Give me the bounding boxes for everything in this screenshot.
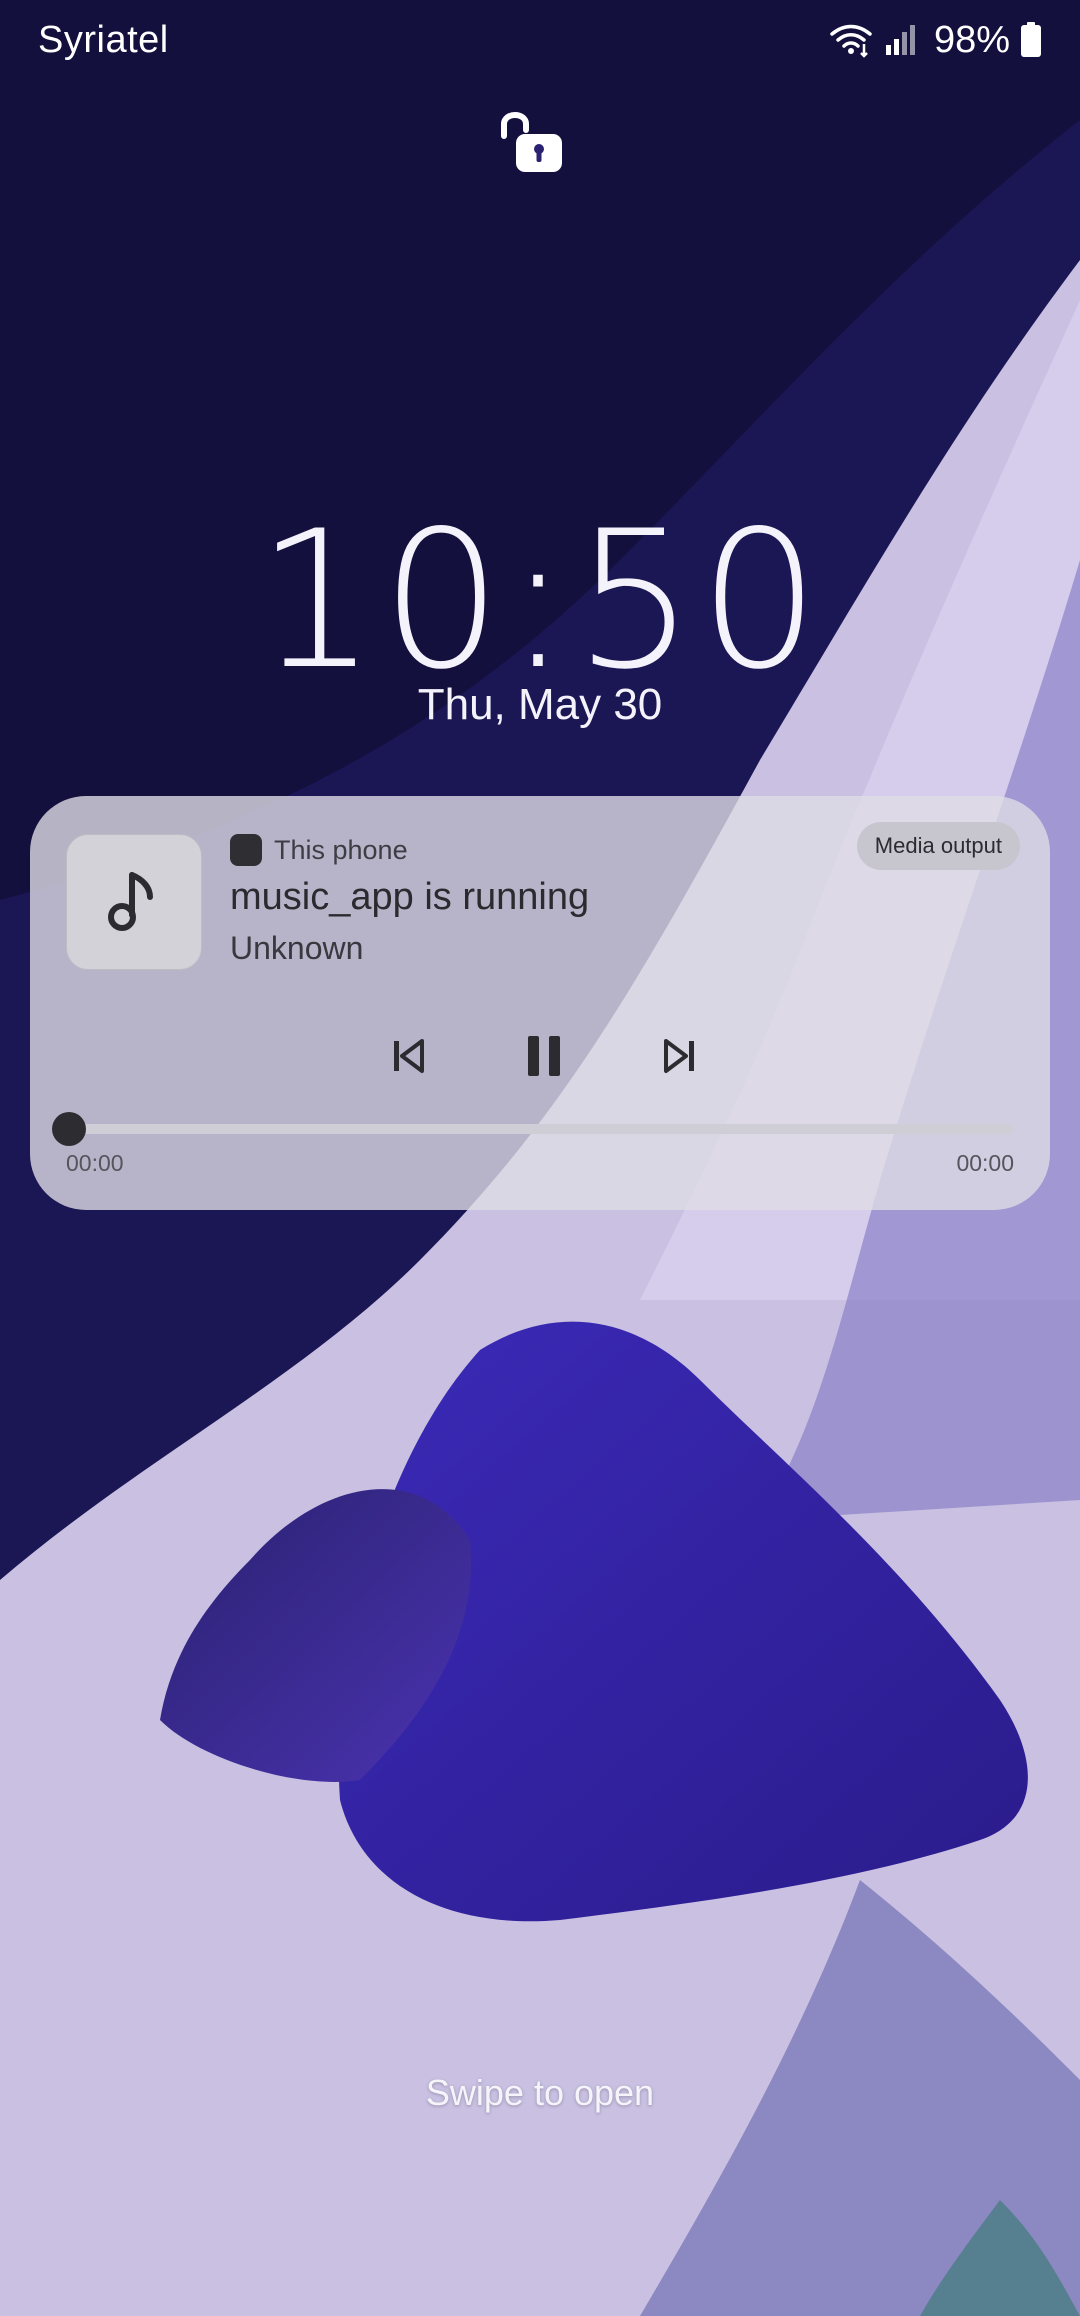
status-bar: Syriatel 98% <box>0 0 1080 80</box>
wifi-icon <box>830 24 872 58</box>
track-artist: Unknown <box>230 930 364 966</box>
battery-icon <box>1021 22 1041 57</box>
music-note-icon <box>108 872 153 931</box>
progress-bar[interactable] <box>66 1124 1014 1134</box>
next-button[interactable] <box>640 1016 720 1096</box>
media-source: This phone <box>230 834 408 866</box>
battery-percent: 98% <box>933 18 1010 61</box>
carrier-name: Syriatel <box>38 18 169 61</box>
playback-controls <box>30 1016 1050 1096</box>
swipe-to-open-hint: Swipe to open <box>425 2072 655 2113</box>
media-source-label: This phone <box>274 834 408 865</box>
phone-source-icon <box>230 834 262 866</box>
lockscreen-clock: 10:50 <box>256 490 824 711</box>
previous-button[interactable] <box>368 1016 448 1096</box>
previous-icon <box>394 1039 424 1073</box>
album-art <box>66 834 202 970</box>
elapsed-time: 00:00 <box>66 1150 124 1176</box>
media-player-card[interactable]: This phone Media output music_app is run… <box>30 796 1050 1210</box>
pause-button[interactable] <box>504 1016 584 1096</box>
progress-thumb[interactable] <box>52 1112 86 1146</box>
next-icon <box>664 1039 694 1073</box>
track-title: music_app is running <box>230 876 590 918</box>
unlock-icon[interactable] <box>496 104 566 176</box>
total-time: 00:00 <box>956 1150 1014 1176</box>
signal-icon <box>885 25 915 55</box>
lockscreen-date: Thu, May 30 <box>417 680 663 729</box>
pause-icon <box>528 1036 560 1076</box>
media-output-button[interactable]: Media output <box>856 822 1020 870</box>
status-icons: 98% <box>828 19 1042 62</box>
